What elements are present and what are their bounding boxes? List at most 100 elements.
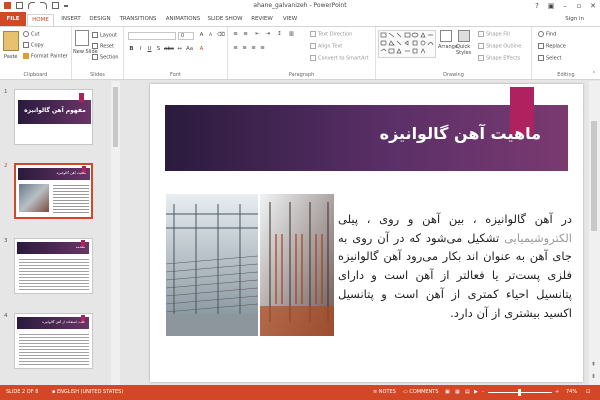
paragraph-group: ≡ ≡ ⇤ ⇥ ↕ ▥ ≡ ≡ ≡ ≡ Text Direction Align… <box>228 27 376 79</box>
zoom-slider-handle[interactable] <box>518 389 521 396</box>
tab-insert[interactable]: INSERT <box>58 14 84 26</box>
clear-formatting-icon[interactable]: ⌫ <box>217 32 225 39</box>
shape-fill-button[interactable]: Shape Fill <box>478 31 510 38</box>
thumbnail-slide-3[interactable]: مقدمه <box>14 238 93 294</box>
line-spacing-icon[interactable]: ↕ <box>276 31 283 38</box>
format-painter-button[interactable]: Format Painter <box>23 53 68 60</box>
decrease-indent-icon[interactable]: ⇤ <box>254 31 261 38</box>
convert-smartart-button[interactable]: Convert to SmartArt <box>310 55 369 62</box>
thumbnail-scroll-thumb[interactable] <box>113 87 118 147</box>
ribbon-display-options-icon[interactable]: ▣ <box>544 0 558 12</box>
ribbon-tabs: FILE HOME INSERT DESIGN TRANSITIONS ANIM… <box>0 12 600 26</box>
character-spacing-icon[interactable]: ↔ <box>176 46 183 53</box>
title-bar: ahane_galvanizeh - PowerPoint ? ▣ – ▫ ✕ <box>0 0 600 12</box>
slide-sorter-icon[interactable]: ▦ <box>455 389 460 395</box>
fit-slide-icon[interactable]: ⊡ <box>586 389 590 395</box>
text-shadow-button[interactable]: S <box>155 46 162 53</box>
body-text-part: در آهن گالوانیزه ، بین آهن و روی ، پیلی <box>338 212 572 226</box>
columns-icon[interactable]: ▥ <box>288 31 295 38</box>
font-color-icon[interactable]: A <box>198 46 205 53</box>
replace-icon <box>538 43 544 49</box>
editing-group-label: Editing <box>557 72 575 78</box>
collapse-ribbon-icon[interactable]: ⌃ <box>592 71 596 77</box>
tab-view[interactable]: VIEW <box>280 14 300 26</box>
increase-font-icon[interactable]: A <box>198 32 205 39</box>
paste-button[interactable]: Paste <box>4 54 18 60</box>
tab-slide-show[interactable]: SLIDE SHOW <box>207 14 243 26</box>
arrange-icon[interactable] <box>440 30 452 42</box>
zoom-level[interactable]: 74% <box>566 389 577 395</box>
paste-icon[interactable] <box>3 31 19 51</box>
justify-icon[interactable]: ≡ <box>259 45 266 52</box>
select-button[interactable]: Select <box>538 55 561 62</box>
thumbnail-slide-2[interactable]: ماهیت آهن گالوانیزه <box>14 163 93 219</box>
ribbon-home: Paste Cut Copy Format Painter Clipboard … <box>0 26 600 80</box>
normal-view-icon[interactable]: ▣ <box>445 389 450 395</box>
tab-home[interactable]: HOME <box>27 14 54 26</box>
close-button[interactable]: ✕ <box>586 0 600 12</box>
zoom-in-button[interactable]: + <box>555 389 559 395</box>
thumbnail-scrollbar[interactable] <box>111 81 120 385</box>
strikethrough-icon[interactable]: abc <box>164 46 174 53</box>
align-text-icon <box>310 43 316 49</box>
text-direction-button[interactable]: Text Direction <box>310 31 352 38</box>
help-button[interactable]: ? <box>530 0 544 12</box>
slide-body-text[interactable]: در آهن گالوانیزه ، بین آهن و روی ، پیلی … <box>338 210 572 322</box>
align-right-icon[interactable]: ≡ <box>250 45 257 52</box>
replace-button[interactable]: Replace <box>538 43 566 50</box>
thumbnail-number: 2 <box>4 163 8 169</box>
slide-scroll-thumb[interactable] <box>591 121 597 231</box>
new-slide-icon[interactable] <box>75 30 89 46</box>
previous-slide-icon[interactable]: ⇞ <box>591 361 596 368</box>
current-slide[interactable]: ماهیت آهن گالوانیزه در آهن گالوانیزه ، ب… <box>150 84 583 382</box>
thumbnail-slide-1[interactable]: مفهوم آهن گالوانیزه <box>14 89 93 145</box>
comments-button[interactable]: ▭ COMMENTS <box>403 389 439 395</box>
layout-button[interactable]: Layout <box>92 32 117 39</box>
font-name-dropdown[interactable] <box>128 32 176 40</box>
tab-file[interactable]: FILE <box>0 12 26 26</box>
notes-button[interactable]: ≡ NOTES <box>373 389 396 395</box>
tab-transitions[interactable]: TRANSITIONS <box>117 14 159 26</box>
clipboard-group: Paste Cut Copy Format Painter Clipboard <box>0 27 72 79</box>
tab-review[interactable]: REVIEW <box>248 14 276 26</box>
reading-view-icon[interactable]: ▤ <box>465 389 470 395</box>
thumbnail-text-lines <box>53 185 89 213</box>
shapes-gallery[interactable] <box>378 30 436 58</box>
underline-button[interactable]: U <box>146 46 153 53</box>
font-size-dropdown[interactable]: 0 <box>178 32 194 40</box>
reset-button[interactable]: Reset <box>92 43 114 50</box>
tab-design[interactable]: DESIGN <box>87 14 113 26</box>
decrease-font-icon[interactable]: A <box>207 32 214 39</box>
zoom-out-button[interactable]: - <box>482 389 484 395</box>
sign-in-link[interactable]: Sign in <box>565 16 584 22</box>
window-controls: ? ▣ – ▫ ✕ <box>530 0 600 12</box>
increase-indent-icon[interactable]: ⇥ <box>264 31 271 38</box>
align-center-icon[interactable]: ≡ <box>241 45 248 52</box>
section-button[interactable]: Section <box>92 54 119 61</box>
quick-styles-icon[interactable] <box>458 30 470 42</box>
bullets-icon[interactable]: ≡ <box>232 31 239 38</box>
copy-button[interactable]: Copy <box>23 42 44 49</box>
slide-photo[interactable] <box>166 194 334 336</box>
shape-effects-button[interactable]: Shape Effects <box>478 55 520 62</box>
slide-title[interactable]: ماهیت آهن گالوانیزه <box>318 124 541 143</box>
minimize-button[interactable]: – <box>558 0 572 12</box>
tab-animations[interactable]: ANIMATIONS <box>163 14 203 26</box>
shape-outline-button[interactable]: Shape Outline <box>478 43 521 50</box>
find-button[interactable]: Find <box>538 31 556 38</box>
quick-styles-button[interactable]: Quick Styles <box>456 44 474 56</box>
cut-button[interactable]: Cut <box>23 31 40 38</box>
thumbnail-slide-4[interactable]: علت استفاده از آهن گالوانیزه <box>14 313 93 369</box>
numbering-icon[interactable]: ≡ <box>242 31 249 38</box>
slide-scrollbar[interactable]: ⇞ ⇟ <box>589 81 600 385</box>
language-indicator[interactable]: ▪ ENGLISH (UNITED STATES) <box>52 389 123 395</box>
slideshow-view-icon[interactable]: ▶ <box>474 389 478 395</box>
change-case-button[interactable]: Aa <box>186 46 193 53</box>
align-left-icon[interactable]: ≡ <box>232 45 239 52</box>
align-text-button[interactable]: Align Text <box>310 43 342 50</box>
next-slide-icon[interactable]: ⇟ <box>591 373 596 380</box>
restore-button[interactable]: ▫ <box>572 0 586 12</box>
italic-button[interactable]: I <box>137 46 144 53</box>
arrange-button[interactable]: Arrange <box>438 44 458 50</box>
bold-button[interactable]: B <box>128 46 135 53</box>
